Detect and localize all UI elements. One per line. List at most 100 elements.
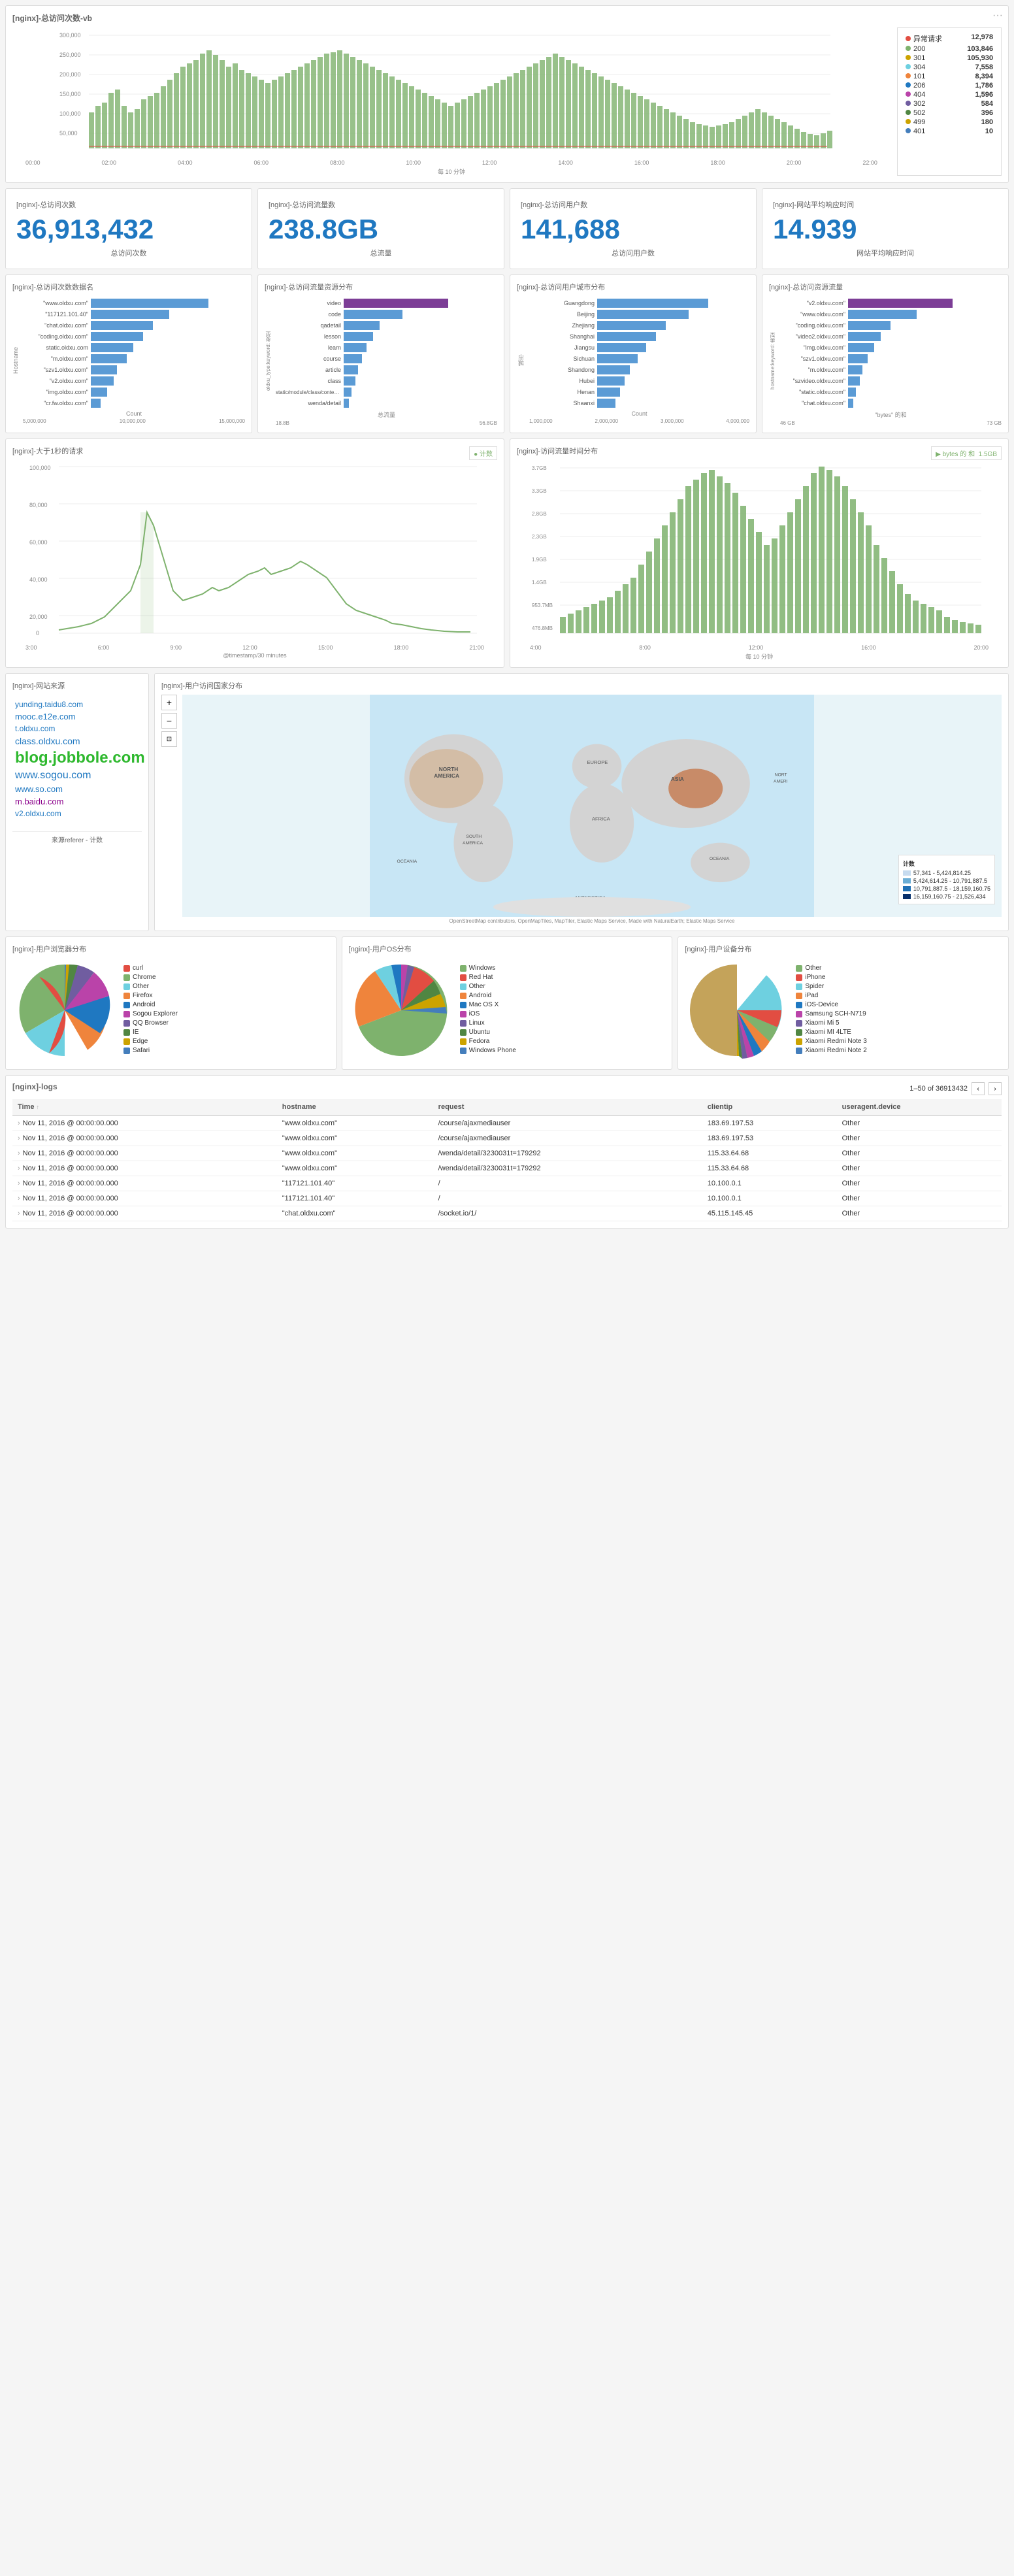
bar-item: "www.oldxu.com" bbox=[780, 310, 1002, 319]
legend-item: 10,791,887.5 - 18,159,160.75 bbox=[903, 885, 990, 892]
map-panel: [nginx]-用户访问国家分布 + − ⊡ bbox=[154, 673, 1009, 931]
legend-item: QQ Browser bbox=[123, 1019, 178, 1027]
svg-text:AMERICA: AMERICA bbox=[463, 841, 483, 846]
bar-item: Jiangsu bbox=[529, 343, 749, 352]
legend-item: Android bbox=[123, 1001, 178, 1008]
y-axis-label: 城市 bbox=[517, 296, 525, 424]
col-clientip[interactable]: clientip bbox=[702, 1099, 837, 1115]
bar-item: "coding.oldxu.com" bbox=[23, 332, 245, 341]
hostname-chart: [nginx]-总访问次数数据名 Hostname "www.oldxu.com… bbox=[5, 274, 252, 433]
legend-item: curl bbox=[123, 965, 178, 972]
bar-item: "m.oldxu.com" bbox=[23, 354, 245, 363]
svg-text:250,000: 250,000 bbox=[59, 52, 81, 58]
device-legend: Other iPhone Spider iPad iOS-Device Sams… bbox=[796, 965, 866, 1056]
city-chart: [nginx]-总访问用户城市分布 城市 Guangdong Beijing Z… bbox=[510, 274, 757, 433]
next-page-button[interactable]: › bbox=[989, 1082, 1002, 1095]
col-hostname[interactable]: hostname bbox=[277, 1099, 433, 1115]
bar-item: Hubei bbox=[529, 376, 749, 386]
bar-item: "static.oldxu.com" bbox=[780, 388, 1002, 397]
table-row: ›Nov 11, 2016 @ 00:00:00.000 "www.oldxu.… bbox=[12, 1131, 1002, 1146]
map-panel-title: [nginx]-用户访问国家分布 bbox=[161, 680, 1002, 691]
os-legend: Windows Red Hat Other Android Mac OS X i… bbox=[460, 965, 516, 1056]
pagination: 1–50 of 36913432 ‹ › bbox=[909, 1082, 1002, 1095]
stat-value: 141,688 bbox=[521, 214, 745, 245]
legend-label: 301 bbox=[913, 54, 925, 62]
sources-word-cloud: yunding.taidu8.com mooc.e12e.com t.oldxu… bbox=[12, 695, 142, 826]
expand-button[interactable]: › bbox=[18, 1149, 20, 1157]
expand-button[interactable]: › bbox=[18, 1134, 20, 1142]
more-button[interactable]: ··· bbox=[992, 10, 1003, 22]
bar-item: "coding.oldxu.com" bbox=[780, 321, 1002, 330]
svg-text:AFRICA: AFRICA bbox=[592, 816, 611, 822]
legend-item: Xiaomi MI 4LTE bbox=[796, 1029, 866, 1036]
x-ticks: 18.8B56.8GB bbox=[276, 420, 497, 426]
table-row: ›Nov 11, 2016 @ 00:00:00.000 "117121.101… bbox=[12, 1191, 1002, 1206]
large-charts-row: [nginx]-大于1秒的请求 ● 计数 100,000 80,000 60,0… bbox=[5, 438, 1009, 668]
legend-item: Xiaomi Mi 5 bbox=[796, 1019, 866, 1027]
expand-button[interactable]: › bbox=[18, 1210, 20, 1217]
legend-item: Other bbox=[123, 983, 178, 990]
bar-item: course bbox=[276, 354, 497, 363]
bar-item: wenda/detail bbox=[276, 399, 497, 408]
svg-text:100,000: 100,000 bbox=[59, 110, 81, 117]
browser-legend: curl Chrome Other Firefox Android Sogou … bbox=[123, 965, 178, 1056]
zoom-in-button[interactable]: + bbox=[161, 695, 177, 710]
legend-item: Other bbox=[460, 983, 516, 990]
legend-item: Red Hat bbox=[460, 974, 516, 981]
logs-title: [nginx]-logs bbox=[12, 1082, 57, 1091]
device-pie-title: [nginx]-用户设备分布 bbox=[685, 944, 1002, 954]
chart-legend: 异常请求12,978 200103,846 301105,930 3047,55… bbox=[897, 27, 1002, 176]
stat-panel-title: [nginx]-总访问次数 bbox=[16, 199, 241, 210]
map-controls[interactable]: + − ⊡ bbox=[161, 695, 177, 924]
bar-item: "chat.oldxu.com" bbox=[780, 399, 1002, 408]
os-pie-container: Windows Red Hat Other Android Mac OS X i… bbox=[349, 958, 666, 1063]
bar-item: code bbox=[276, 310, 497, 319]
source-item: www.sogou.com bbox=[15, 770, 139, 782]
y-axis-label: oldxu_type:keyword: 类型 bbox=[265, 296, 272, 426]
sources-panel: [nginx]-网站来源 yunding.taidu8.com mooc.e12… bbox=[5, 673, 149, 931]
svg-text:3.7GB: 3.7GB bbox=[532, 465, 547, 471]
request-x-axis: 3:006:009:0012:0015:0018:0021:00 bbox=[12, 644, 497, 651]
table-row: ›Nov 11, 2016 @ 00:00:00.000 "117121.101… bbox=[12, 1176, 1002, 1191]
svg-text:NORT: NORT bbox=[775, 773, 787, 778]
map-legend: 计数 57,341 - 5,424,814.25 5,424,614.25 - … bbox=[898, 855, 995, 904]
expand-button[interactable]: › bbox=[18, 1195, 20, 1202]
bar-item: "szvideo.oldxu.com" bbox=[780, 376, 1002, 386]
legend-item: Firefox bbox=[123, 992, 178, 999]
col-device[interactable]: useragent.device bbox=[837, 1099, 1002, 1115]
browser-pie-title: [nginx]-用户浏览器分布 bbox=[12, 944, 329, 954]
sources-subtitle: 来源referer - 计数 bbox=[12, 831, 142, 844]
prev-page-button[interactable]: ‹ bbox=[972, 1082, 985, 1095]
device-pie-chart bbox=[685, 958, 789, 1063]
bar-item: Beijing bbox=[529, 310, 749, 319]
svg-text:EUROPE: EUROPE bbox=[587, 759, 608, 765]
legend-item: 57,341 - 5,424,814.25 bbox=[903, 870, 990, 876]
bar-item: "video2.oldxu.com" bbox=[780, 332, 1002, 341]
expand-button[interactable]: › bbox=[18, 1180, 20, 1187]
legend-label: 异常请求 bbox=[913, 35, 942, 43]
bar-item: Shaanxi bbox=[529, 399, 749, 408]
bar-item: Guangdong bbox=[529, 299, 749, 308]
col-time[interactable]: Time ↑ bbox=[12, 1099, 277, 1115]
stat-label: 网站平均响应时间 bbox=[773, 248, 998, 258]
expand-button[interactable]: › bbox=[18, 1164, 20, 1172]
legend-item: IE bbox=[123, 1029, 178, 1036]
sources-map-row: [nginx]-网站来源 yunding.taidu8.com mooc.e12… bbox=[5, 673, 1009, 931]
expand-button[interactable]: › bbox=[18, 1119, 20, 1127]
col-request[interactable]: request bbox=[433, 1099, 702, 1115]
svg-text:2.8GB: 2.8GB bbox=[532, 511, 547, 517]
svg-text:1.9GB: 1.9GB bbox=[532, 557, 547, 563]
legend-item: Safari bbox=[123, 1047, 178, 1054]
legend-item: Samsung SCH-N719 bbox=[796, 1010, 866, 1017]
stat-value: 238.8GB bbox=[269, 214, 493, 245]
resource-host-bars: "v2.oldxu.com" "www.oldxu.com" "coding.o… bbox=[780, 299, 1002, 408]
zoom-out-button[interactable]: − bbox=[161, 713, 177, 729]
map-credit: OpenStreetMap contributors, OpenMapTiles… bbox=[182, 918, 1002, 924]
table-row: ›Nov 11, 2016 @ 00:00:00.000 "www.oldxu.… bbox=[12, 1146, 1002, 1161]
reset-button[interactable]: ⊡ bbox=[161, 731, 177, 747]
bar-item: lesson bbox=[276, 332, 497, 341]
y-axis-label: Hostname bbox=[12, 296, 19, 424]
legend-item: iPad bbox=[796, 992, 866, 999]
resource-host-chart-title: [nginx]-总访问资源流量 bbox=[769, 282, 1002, 292]
legend-label: 502 bbox=[913, 109, 925, 117]
